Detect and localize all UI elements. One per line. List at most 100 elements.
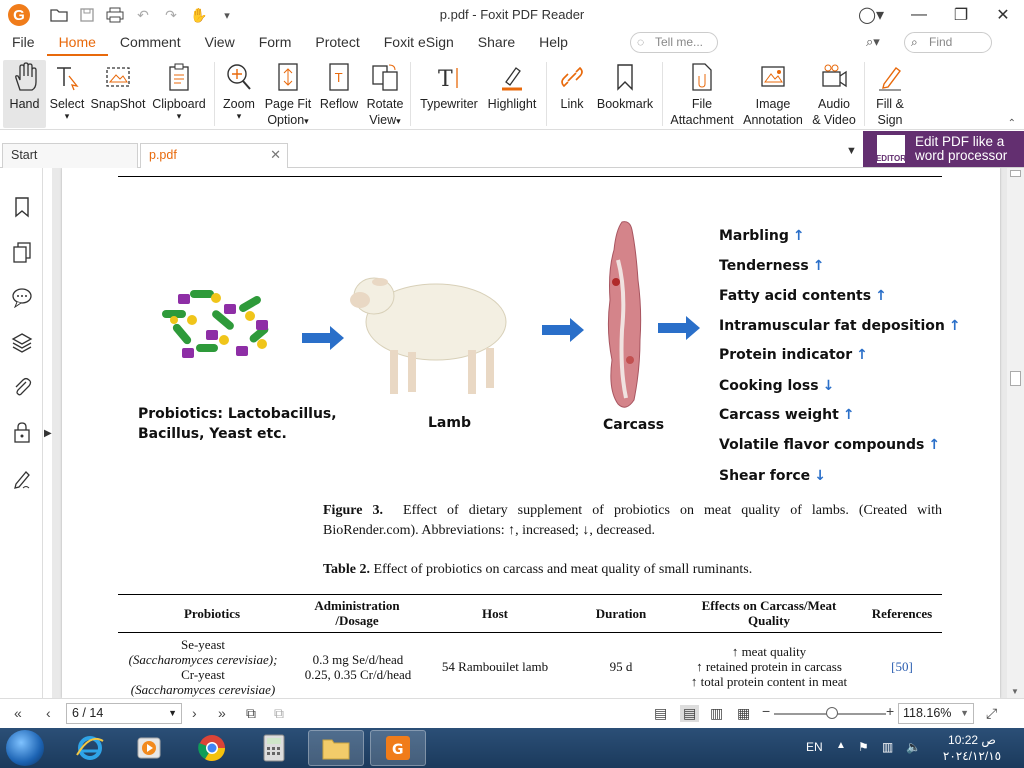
security-panel-icon[interactable] xyxy=(11,421,33,443)
menu-form[interactable]: Form xyxy=(247,30,304,56)
zoom-dropdown-icon[interactable]: ▼ xyxy=(960,704,969,723)
taskbar-internet-explorer[interactable] xyxy=(62,730,118,766)
page-top-rule xyxy=(118,176,942,177)
zoom-level-input[interactable]: 118.16% ▼ xyxy=(898,703,974,724)
attachments-panel-icon[interactable] xyxy=(11,376,33,398)
volume-muted-icon[interactable]: 🔈 xyxy=(906,740,921,754)
find-input[interactable]: ⌕ Find xyxy=(904,32,992,53)
audio-video-button[interactable]: Audio & Video xyxy=(810,60,858,128)
taskbar-media-player[interactable] xyxy=(122,730,178,766)
taskbar-chrome[interactable] xyxy=(184,730,240,766)
previous-page-icon[interactable]: ‹ xyxy=(46,705,51,721)
link-button[interactable]: Link xyxy=(554,60,590,128)
page-number-input[interactable]: 6 / 14 ▼ xyxy=(66,703,182,724)
action-center-flag-icon[interactable]: ⚑ xyxy=(858,740,869,754)
language-indicator[interactable]: EN xyxy=(806,740,823,754)
ribbon-separator xyxy=(214,62,215,126)
page-fit-option-button[interactable]: Page Fit Option▾ xyxy=(264,60,312,128)
restore-icon[interactable]: ❐ xyxy=(940,0,982,30)
taskbar-calculator[interactable] xyxy=(246,730,302,766)
menu-foxit-esign[interactable]: Foxit eSign xyxy=(372,30,466,56)
scroll-down-icon[interactable]: ▼ xyxy=(1011,687,1019,696)
menu-comment[interactable]: Comment xyxy=(108,30,193,56)
tell-me-input[interactable]: ◌ Tell me... xyxy=(630,32,718,53)
highlight-button[interactable]: Highlight xyxy=(484,60,540,128)
typewriter-button[interactable]: T Typewriter xyxy=(418,60,480,128)
search-options-icon[interactable]: ⌕▾ xyxy=(866,34,880,50)
rotate-dropdown-icon: ▾ xyxy=(396,116,401,126)
signature-panel-icon[interactable] xyxy=(11,468,33,490)
edit-pdf-banner[interactable]: EDITOR Edit PDF like a word processor xyxy=(863,131,1024,167)
network-icon[interactable]: ▥ xyxy=(882,740,893,754)
comments-panel-icon[interactable] xyxy=(11,286,33,309)
image-annotation-button[interactable]: Image Annotation xyxy=(740,60,806,128)
scrollbar-split-handle[interactable] xyxy=(1010,170,1021,177)
menu-protect[interactable]: Protect xyxy=(303,30,371,56)
menu-view[interactable]: View xyxy=(193,30,247,56)
system-clock[interactable]: 10:22 ص ٢٠٢٤/١٢/١٥ xyxy=(936,732,1008,764)
increase-arrow-icon: ↑ xyxy=(856,347,868,363)
probiotics-label: Probiotics: Lactobacillus, Bacillus, Yea… xyxy=(138,406,337,442)
highlight-icon xyxy=(502,67,522,91)
continuous-facing-icon[interactable]: ▦ xyxy=(737,705,750,722)
document-viewport[interactable]: Probiotics: Lactobacillus, Bacillus, Yea… xyxy=(52,168,1007,698)
layers-panel-icon[interactable] xyxy=(11,331,33,353)
increase-arrow-icon: ↑ xyxy=(792,228,805,244)
next-view-icon[interactable]: ⧉ xyxy=(274,705,284,722)
carcass-label: Carcass xyxy=(603,417,665,433)
scrollbar-thumb[interactable] xyxy=(1010,371,1021,386)
increase-arrow-icon: ↑ xyxy=(842,407,855,423)
snapshot-button[interactable]: SnapShot xyxy=(90,60,146,128)
rotate-view-button[interactable]: Rotate View▾ xyxy=(364,60,406,128)
effect-intramuscular-fat: Intramuscular fat deposition ↑ xyxy=(719,318,961,334)
menu-file[interactable]: File xyxy=(0,30,47,56)
menu-share[interactable]: Share xyxy=(466,30,527,56)
zoom-button[interactable]: Zoom ▾ xyxy=(220,60,258,128)
zoom-slider-handle[interactable] xyxy=(826,707,838,719)
first-page-icon[interactable]: « xyxy=(14,705,22,721)
tab-p-pdf[interactable]: p.pdf ✕ xyxy=(140,143,288,168)
collapse-ribbon-icon[interactable]: ⌃ xyxy=(1008,118,1016,129)
close-tab-icon[interactable]: ✕ xyxy=(270,147,281,163)
menu-home[interactable]: Home xyxy=(46,30,108,56)
page-dropdown-icon[interactable]: ▼ xyxy=(168,704,177,723)
select-button[interactable]: Select ▾ xyxy=(49,60,85,128)
single-page-icon[interactable]: ▤ xyxy=(654,705,667,722)
zoom-in-icon[interactable]: + xyxy=(886,703,894,719)
user-account-icon[interactable]: ◯▾ xyxy=(858,5,884,25)
taskbar-foxit-reader[interactable]: G xyxy=(370,730,426,766)
last-page-icon[interactable]: » xyxy=(218,705,226,721)
table-title: Table 2. Effect of probiotics on carcass… xyxy=(323,562,753,577)
pdf-page: Probiotics: Lactobacillus, Bacillus, Yea… xyxy=(62,168,1000,698)
continuous-page-icon[interactable]: ▤ xyxy=(680,705,700,722)
pages-panel-icon[interactable] xyxy=(11,241,33,263)
start-button[interactable] xyxy=(6,730,44,766)
zoom-out-icon[interactable]: − xyxy=(762,703,770,719)
vertical-scrollbar[interactable]: ▼ xyxy=(1007,168,1024,698)
audio-video-icon xyxy=(822,64,847,88)
hand-button[interactable]: Hand xyxy=(3,60,46,128)
tab-start[interactable]: Start xyxy=(2,143,138,168)
bookmark-button[interactable]: Bookmark xyxy=(594,60,656,128)
reflow-button[interactable]: T Reflow xyxy=(318,60,360,128)
cell-host: 54 Rambouilet lamb xyxy=(441,659,549,674)
taskbar-file-explorer[interactable] xyxy=(308,730,364,766)
facing-page-icon[interactable]: ▥ xyxy=(710,705,723,722)
expand-sidebar-icon[interactable]: ▶ xyxy=(44,428,52,442)
close-icon[interactable]: ✕ xyxy=(982,0,1024,30)
bookmarks-panel-icon[interactable] xyxy=(11,196,33,218)
fill-sign-button[interactable]: Fill & Sign xyxy=(870,60,910,128)
clipboard-button[interactable]: Clipboard ▾ xyxy=(150,60,208,128)
media-player-icon xyxy=(137,737,161,759)
fullscreen-icon[interactable]: ⤢ xyxy=(986,705,997,722)
minimize-icon[interactable]: — xyxy=(898,0,940,30)
header-probiotics: Probiotics xyxy=(183,606,241,621)
decrease-arrow-icon: ↓ xyxy=(822,378,835,394)
reference-link[interactable]: [50] xyxy=(891,659,913,674)
file-attachment-button[interactable]: File Attachment xyxy=(668,60,736,128)
previous-view-icon[interactable]: ⧉ xyxy=(246,705,256,722)
next-page-icon[interactable]: › xyxy=(192,705,197,721)
show-hidden-icons-icon[interactable]: ▲ xyxy=(836,740,846,751)
tab-list-dropdown-icon[interactable]: ▼ xyxy=(846,145,857,157)
menu-help[interactable]: Help xyxy=(527,30,580,56)
